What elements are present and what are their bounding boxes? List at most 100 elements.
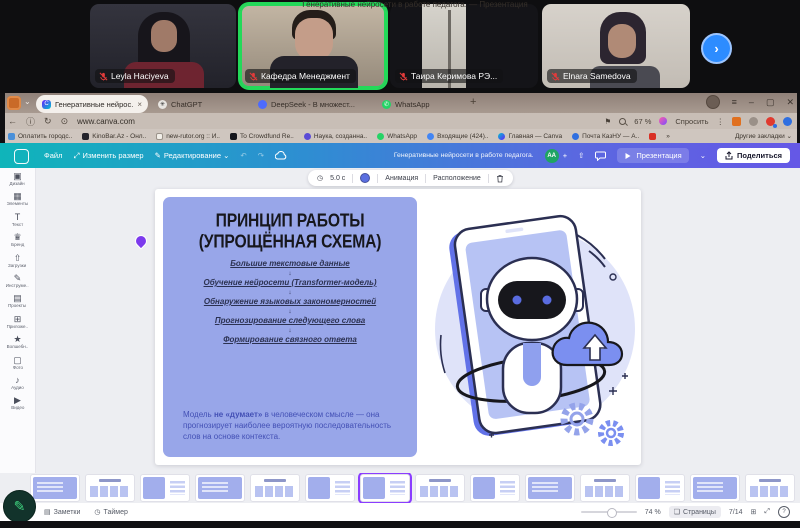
present-options-chevron[interactable]: ⌄ bbox=[700, 151, 706, 160]
bookmarks-overflow-icon[interactable]: » bbox=[666, 133, 670, 140]
extension-icon-puzzle[interactable] bbox=[749, 117, 758, 126]
tab-canva-active[interactable]: C Генеративные нейрос... × bbox=[36, 95, 148, 113]
upload-icon[interactable]: ⇧ bbox=[578, 151, 584, 160]
slide-thumbnail-6[interactable] bbox=[305, 474, 355, 502]
position-button[interactable]: Расположение bbox=[433, 175, 481, 182]
notes-button[interactable]: ▤Заметки bbox=[44, 508, 80, 516]
edit-mode-dropdown[interactable]: Редактирование ⌄ bbox=[164, 151, 230, 160]
other-bookmarks-button[interactable]: Другие закладки ⌄ bbox=[735, 132, 792, 140]
background-color-swatch[interactable] bbox=[360, 173, 370, 183]
slide-thumbnail-13[interactable] bbox=[690, 474, 740, 502]
maximize-button[interactable]: ▢ bbox=[766, 97, 775, 108]
slide-thumbnail-10[interactable] bbox=[525, 474, 575, 502]
add-collaborator-button[interactable]: + bbox=[563, 151, 567, 160]
next-participants-button[interactable]: › bbox=[701, 33, 732, 64]
sidebar-item-magic[interactable]: ★Волшебн.. bbox=[3, 334, 32, 350]
fullscreen-icon[interactable]: ⤢ bbox=[764, 508, 770, 516]
bookmark-icon[interactable]: ⚑ bbox=[605, 117, 612, 126]
slide-thumbnail-4[interactable] bbox=[195, 474, 245, 502]
extension-icon-blue[interactable] bbox=[783, 117, 792, 126]
bookmark-item[interactable]: Главная — Canva bbox=[498, 133, 562, 140]
slide-duration[interactable]: 5.0 с bbox=[330, 175, 345, 182]
sidebar-item-brand[interactable]: ♛Бренд bbox=[9, 232, 26, 248]
participant-tile-1[interactable]: Leyla Haciyeva bbox=[90, 4, 236, 88]
animate-button[interactable]: Анимация bbox=[385, 175, 418, 182]
slide-text-panel[interactable]: ПРИНЦИП РАБОТЫ (УПРОЩЁННАЯ СХЕМА) Больши… bbox=[163, 197, 417, 457]
canva-home-icon[interactable] bbox=[14, 149, 29, 164]
sidebar-item-projects[interactable]: ▤Проекты bbox=[5, 293, 29, 309]
browser-profile-avatar[interactable] bbox=[706, 95, 720, 109]
slide-steps-list[interactable]: Большие текстовые данные ↓ Обучение нейр… bbox=[163, 259, 417, 345]
new-tab-button[interactable]: + bbox=[470, 96, 476, 108]
share-button[interactable]: Поделиться bbox=[717, 148, 790, 163]
sidebar-item-design[interactable]: ▣Дизайн bbox=[7, 171, 27, 187]
slide-thumbnail-11[interactable] bbox=[580, 474, 630, 502]
bookmark-item[interactable]: WhatsApp bbox=[377, 133, 417, 140]
extension-icon-adblock[interactable] bbox=[766, 117, 775, 126]
tab-whatsapp[interactable]: ✆ WhatsApp bbox=[382, 95, 430, 113]
back-icon[interactable]: ← bbox=[8, 116, 17, 126]
canvas-zoom-level[interactable]: 74 % bbox=[645, 509, 661, 516]
slide-thumbnail-8[interactable] bbox=[415, 474, 465, 502]
bookmark-item[interactable]: Входящие (424).. bbox=[427, 133, 488, 140]
slide-thumbnail-14[interactable] bbox=[745, 474, 795, 502]
bookmark-item[interactable]: KinoBar.Az - Онл.. bbox=[82, 133, 146, 140]
url-text[interactable]: www.canva.com bbox=[77, 117, 135, 126]
step-item[interactable]: Обучение нейросети (Transformer-модель) bbox=[163, 278, 417, 288]
slide-thumbnail-2[interactable] bbox=[85, 474, 135, 502]
tab-deepseek[interactable]: DeepSeek - В множест... bbox=[258, 95, 355, 113]
user-avatar[interactable]: AA bbox=[545, 149, 559, 163]
sidebar-item-audio[interactable]: ♪Аудио bbox=[9, 375, 26, 391]
tab-close-icon[interactable]: × bbox=[137, 100, 142, 109]
slide-thumbnail-12[interactable] bbox=[635, 474, 685, 502]
slide-thumbnail-3[interactable] bbox=[140, 474, 190, 502]
reload-icon[interactable]: ↻ bbox=[44, 116, 52, 127]
zoom-lens-icon[interactable] bbox=[619, 118, 626, 125]
slide-title[interactable]: ПРИНЦИП РАБОТЫ (УПРОЩЁННАЯ СХЕМА) bbox=[169, 211, 410, 254]
step-item[interactable]: Большие текстовые данные bbox=[163, 259, 417, 269]
participant-tile-4[interactable]: Elnara Samedova bbox=[542, 4, 690, 88]
browser-zoom-level[interactable]: 67 % bbox=[634, 117, 651, 126]
grid-view-icon[interactable]: ⊞ bbox=[751, 508, 757, 516]
sidebar-item-elements[interactable]: ▦Элементы bbox=[3, 191, 32, 207]
step-item[interactable]: Формирование связного ответа bbox=[163, 335, 417, 345]
step-item[interactable]: Обнаружение языковых закономерностей bbox=[163, 297, 417, 307]
slide-note-paragraph[interactable]: Модель не «думает» в человеческом смысле… bbox=[183, 409, 399, 442]
file-menu[interactable]: Файл bbox=[44, 151, 62, 160]
participant-tile-2-active-speaker[interactable]: Кафедра Менеджмент bbox=[240, 4, 386, 88]
slide-thumbnail-5[interactable] bbox=[250, 474, 300, 502]
annotate-pencil-button[interactable]: ✎ bbox=[3, 490, 36, 523]
minimize-button[interactable]: – bbox=[749, 97, 754, 107]
sidebar-item-apps[interactable]: ⊞Приложе.. bbox=[3, 314, 32, 330]
zoom-slider[interactable] bbox=[581, 511, 637, 513]
info-icon[interactable]: ⓘ bbox=[26, 115, 35, 128]
sidebar-item-draw-tools[interactable]: ✎Инструме.. bbox=[2, 273, 32, 289]
slide-thumbnail-7[interactable] bbox=[360, 474, 410, 502]
redo-icon[interactable]: ↷ bbox=[258, 151, 264, 160]
help-button[interactable]: ? bbox=[778, 506, 790, 518]
browser-workspace-icon[interactable] bbox=[7, 96, 21, 110]
extension-icon-orange[interactable] bbox=[732, 117, 741, 126]
step-item[interactable]: Прогнозирование следующего слова bbox=[163, 316, 417, 326]
sidebar-item-photos[interactable]: ▢Фото bbox=[11, 355, 25, 371]
slide-thumbnail-9[interactable] bbox=[470, 474, 520, 502]
comment-icon[interactable] bbox=[595, 151, 606, 161]
sidebar-item-video[interactable]: ▶Видео bbox=[9, 395, 27, 411]
zoom-slider-knob[interactable] bbox=[607, 508, 617, 518]
pages-button[interactable]: ❏Страницы bbox=[669, 506, 721, 518]
slide-thumbnail-1[interactable] bbox=[30, 474, 80, 502]
resize-button[interactable]: Изменить размер bbox=[82, 151, 143, 160]
close-button[interactable]: ✕ bbox=[786, 97, 794, 108]
document-title[interactable]: Генеративные нейросети в работе педагога… bbox=[394, 152, 534, 159]
tab-chatgpt[interactable]: ✳ ChatGPT bbox=[158, 95, 202, 113]
chevron-down-icon[interactable]: ⌄ bbox=[24, 97, 31, 106]
ask-ai-button[interactable]: Спросить bbox=[675, 117, 708, 126]
bookmark-item[interactable]: To Crowdfund Re.. bbox=[230, 133, 294, 140]
slide-canvas[interactable]: ПРИНЦИП РАБОТЫ (УПРОЩЁННАЯ СХЕМА) Больши… bbox=[155, 189, 641, 465]
sidebar-item-text[interactable]: ТТекст bbox=[10, 212, 25, 228]
bookmark-item[interactable]: Наука, созданна.. bbox=[304, 133, 367, 140]
more-icon[interactable]: ⋮ bbox=[717, 117, 725, 126]
bookmark-item[interactable]: new-rutor.org :: И.. bbox=[156, 133, 220, 140]
participant-tile-3[interactable]: Таира Керимова РЭ... bbox=[390, 4, 538, 88]
present-button[interactable]: Презентация bbox=[617, 148, 688, 163]
